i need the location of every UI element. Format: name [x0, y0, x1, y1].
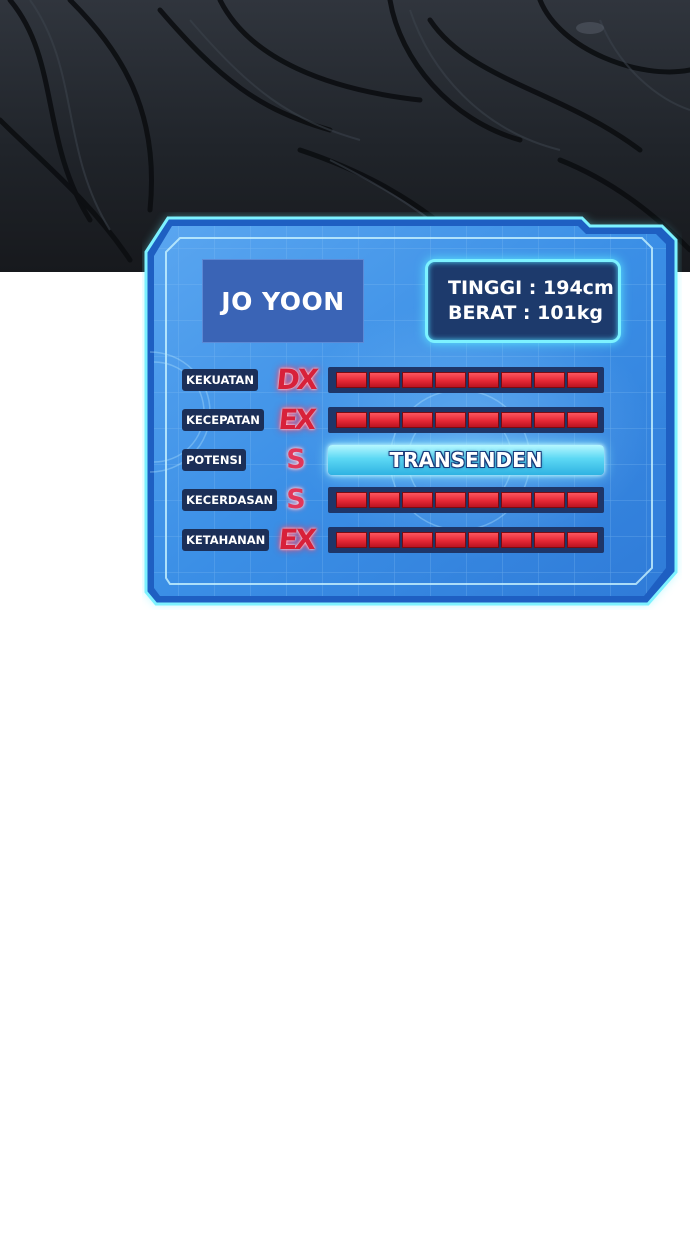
height-info: TINGGI : 194cm	[448, 277, 614, 299]
stat-bar-segment	[468, 412, 499, 428]
stat-bar-segment	[435, 532, 466, 548]
stat-label: KETAHANAN	[182, 529, 270, 551]
stat-bar-segment	[501, 372, 532, 388]
stat-bar-segment	[336, 532, 367, 548]
stat-bar	[328, 407, 604, 433]
character-name: JO YOON	[202, 259, 364, 343]
stat-bar-segment	[468, 532, 499, 548]
stat-bar-segment	[369, 412, 400, 428]
stat-bar-segment	[501, 492, 532, 508]
stat-bar-segment	[336, 372, 367, 388]
transcend-bar: TRANSENDEN	[328, 445, 604, 475]
stat-bar-segment	[567, 532, 598, 548]
stat-row-kekuatan: KEKUATAN DX	[182, 363, 604, 396]
stat-bar	[328, 527, 604, 553]
stat-bar-segment	[336, 492, 367, 508]
stat-bar-segment	[369, 372, 400, 388]
stat-bar	[328, 487, 604, 513]
stat-grade: EX	[276, 523, 316, 556]
stat-bar-segment	[468, 372, 499, 388]
stat-label: POTENSI	[182, 449, 247, 471]
stat-bar	[328, 367, 604, 393]
stat-bar-segment	[435, 492, 466, 508]
stat-bar-segment	[567, 372, 598, 388]
stat-bar-segment	[435, 412, 466, 428]
stat-bar-segment	[501, 532, 532, 548]
stat-bar-fill	[336, 532, 598, 548]
stat-label: KECERDASAN	[182, 489, 278, 511]
stat-row-potensi: POTENSI S TRANSENDEN	[182, 444, 604, 475]
stat-bar-fill	[336, 492, 598, 508]
stat-row-kecerdasan: KECERDASAN S	[182, 484, 604, 515]
stat-bar-segment	[534, 532, 565, 548]
stat-bar-segment	[369, 492, 400, 508]
stat-bar-segment	[534, 492, 565, 508]
stat-bar-segment	[369, 532, 400, 548]
stat-bar-segment	[468, 492, 499, 508]
stat-bar-segment	[567, 492, 598, 508]
stat-bar-segment	[501, 412, 532, 428]
stat-row-ketahanan: KETAHANAN EX	[182, 523, 604, 556]
stat-bar-fill	[336, 372, 598, 388]
stat-bar-segment	[402, 492, 433, 508]
stat-bar-segment	[402, 372, 433, 388]
stat-bar-segment	[402, 532, 433, 548]
stat-row-kecepatan: KECEPATAN EX	[182, 403, 604, 436]
stat-bar-segment	[567, 412, 598, 428]
stat-label: KEKUATAN	[182, 369, 258, 391]
stat-grade: DX	[274, 363, 318, 396]
stat-label: KECEPATAN	[182, 409, 264, 431]
stat-grade: S	[286, 484, 306, 515]
stat-bar-segment	[534, 412, 565, 428]
stat-grade: EX	[276, 403, 316, 436]
stat-bar-fill	[336, 412, 598, 428]
body-info-box: TINGGI : 194cm BERAT : 101kg	[425, 259, 621, 343]
character-stat-window: JO YOON TINGGI : 194cm BERAT : 101kg KEK…	[142, 212, 682, 610]
stat-bar-segment	[402, 412, 433, 428]
stat-grade: S	[286, 444, 306, 475]
stat-bar-segment	[534, 372, 565, 388]
weight-info: BERAT : 101kg	[448, 302, 604, 324]
stat-bar-segment	[435, 372, 466, 388]
stat-bar-segment	[336, 412, 367, 428]
